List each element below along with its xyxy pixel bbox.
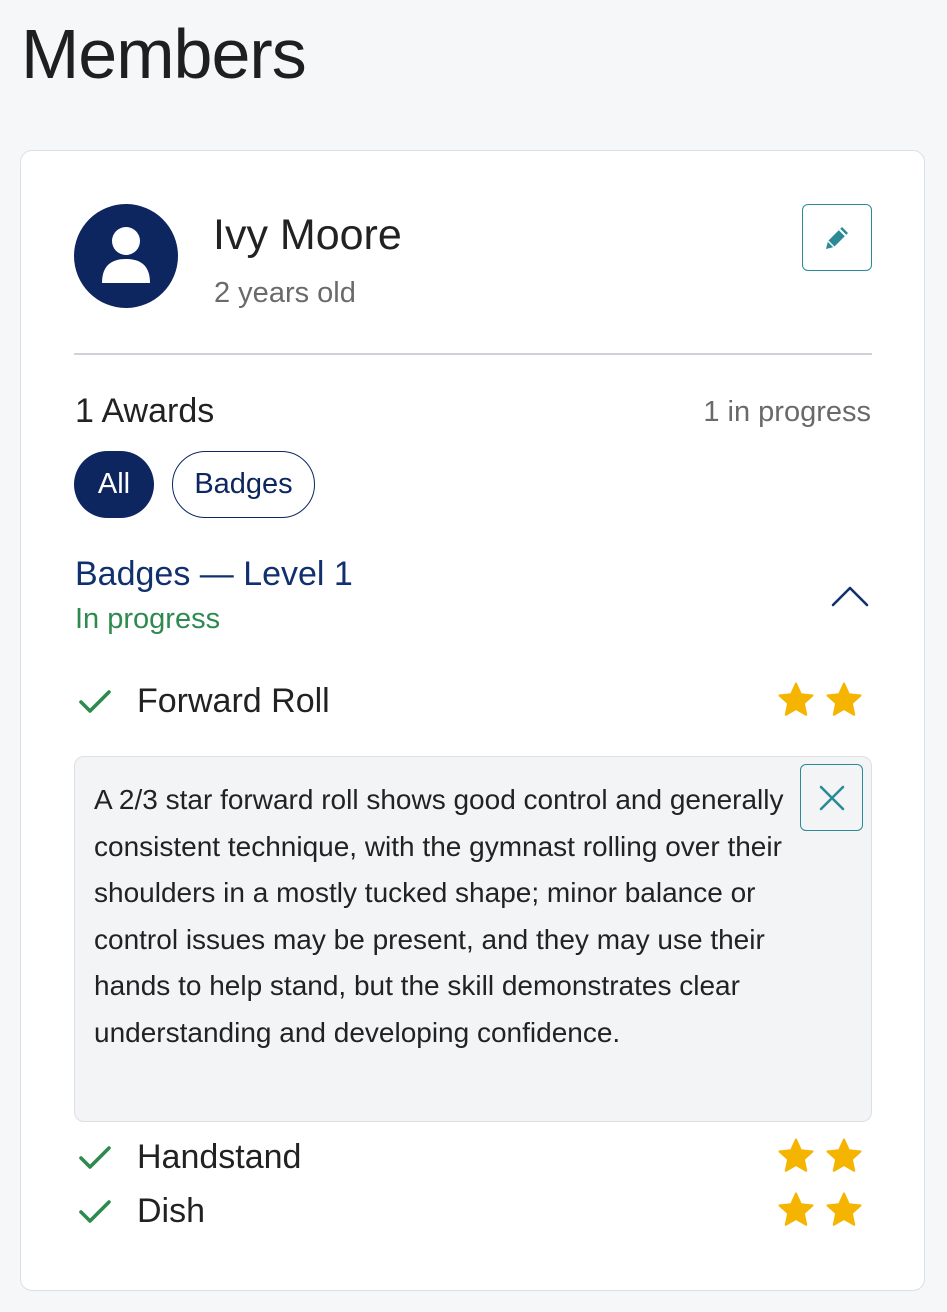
- star-icon: [826, 1192, 862, 1226]
- check-icon: [79, 1146, 111, 1169]
- skill-row-dish[interactable]: Dish: [74, 1186, 874, 1236]
- member-card: Ivy Moore 2 years old 1 Awards 1 in prog…: [20, 150, 925, 1291]
- star-icon: [778, 1138, 814, 1172]
- filter-badges-pill[interactable]: Badges: [172, 451, 315, 518]
- divider: [74, 353, 872, 355]
- edit-member-button[interactable]: [802, 204, 872, 271]
- star-rating: [774, 681, 874, 721]
- avatar: [74, 204, 178, 308]
- star-icon: [778, 682, 814, 716]
- member-name: Ivy Moore: [213, 211, 402, 259]
- user-icon: [102, 227, 150, 283]
- awards-count: 1 Awards: [75, 392, 215, 430]
- star-rating: [774, 1191, 874, 1231]
- star-rating: [774, 1137, 874, 1177]
- skill-info-panel: A 2/3 star forward roll shows good contr…: [74, 756, 872, 1122]
- skill-name: Dish: [137, 1192, 206, 1230]
- member-age: 2 years old: [214, 277, 356, 309]
- section-status: In progress: [75, 603, 221, 635]
- skill-row-handstand[interactable]: Handstand: [74, 1132, 874, 1182]
- collapse-toggle-button[interactable]: [827, 576, 873, 616]
- check-icon: [79, 1200, 111, 1223]
- in-progress-count: 1 in progress: [703, 396, 871, 428]
- check-icon: [79, 690, 111, 713]
- star-icon: [778, 1192, 814, 1226]
- skill-name: Forward Roll: [137, 682, 330, 720]
- page-title: Members: [21, 15, 307, 93]
- badge-section-title[interactable]: Badges — Level 1: [75, 552, 353, 596]
- star-icon: [826, 682, 862, 716]
- pencil-icon: [826, 226, 848, 249]
- filter-all-pill[interactable]: All: [74, 451, 154, 518]
- skill-name: Handstand: [137, 1138, 302, 1176]
- close-icon: [819, 785, 844, 810]
- skill-description: A 2/3 star forward roll shows good contr…: [94, 784, 784, 1048]
- skill-row-forward-roll[interactable]: Forward Roll: [74, 676, 874, 726]
- close-info-button[interactable]: [800, 764, 863, 831]
- chevron-up-icon: [831, 586, 869, 607]
- star-icon: [826, 1138, 862, 1172]
